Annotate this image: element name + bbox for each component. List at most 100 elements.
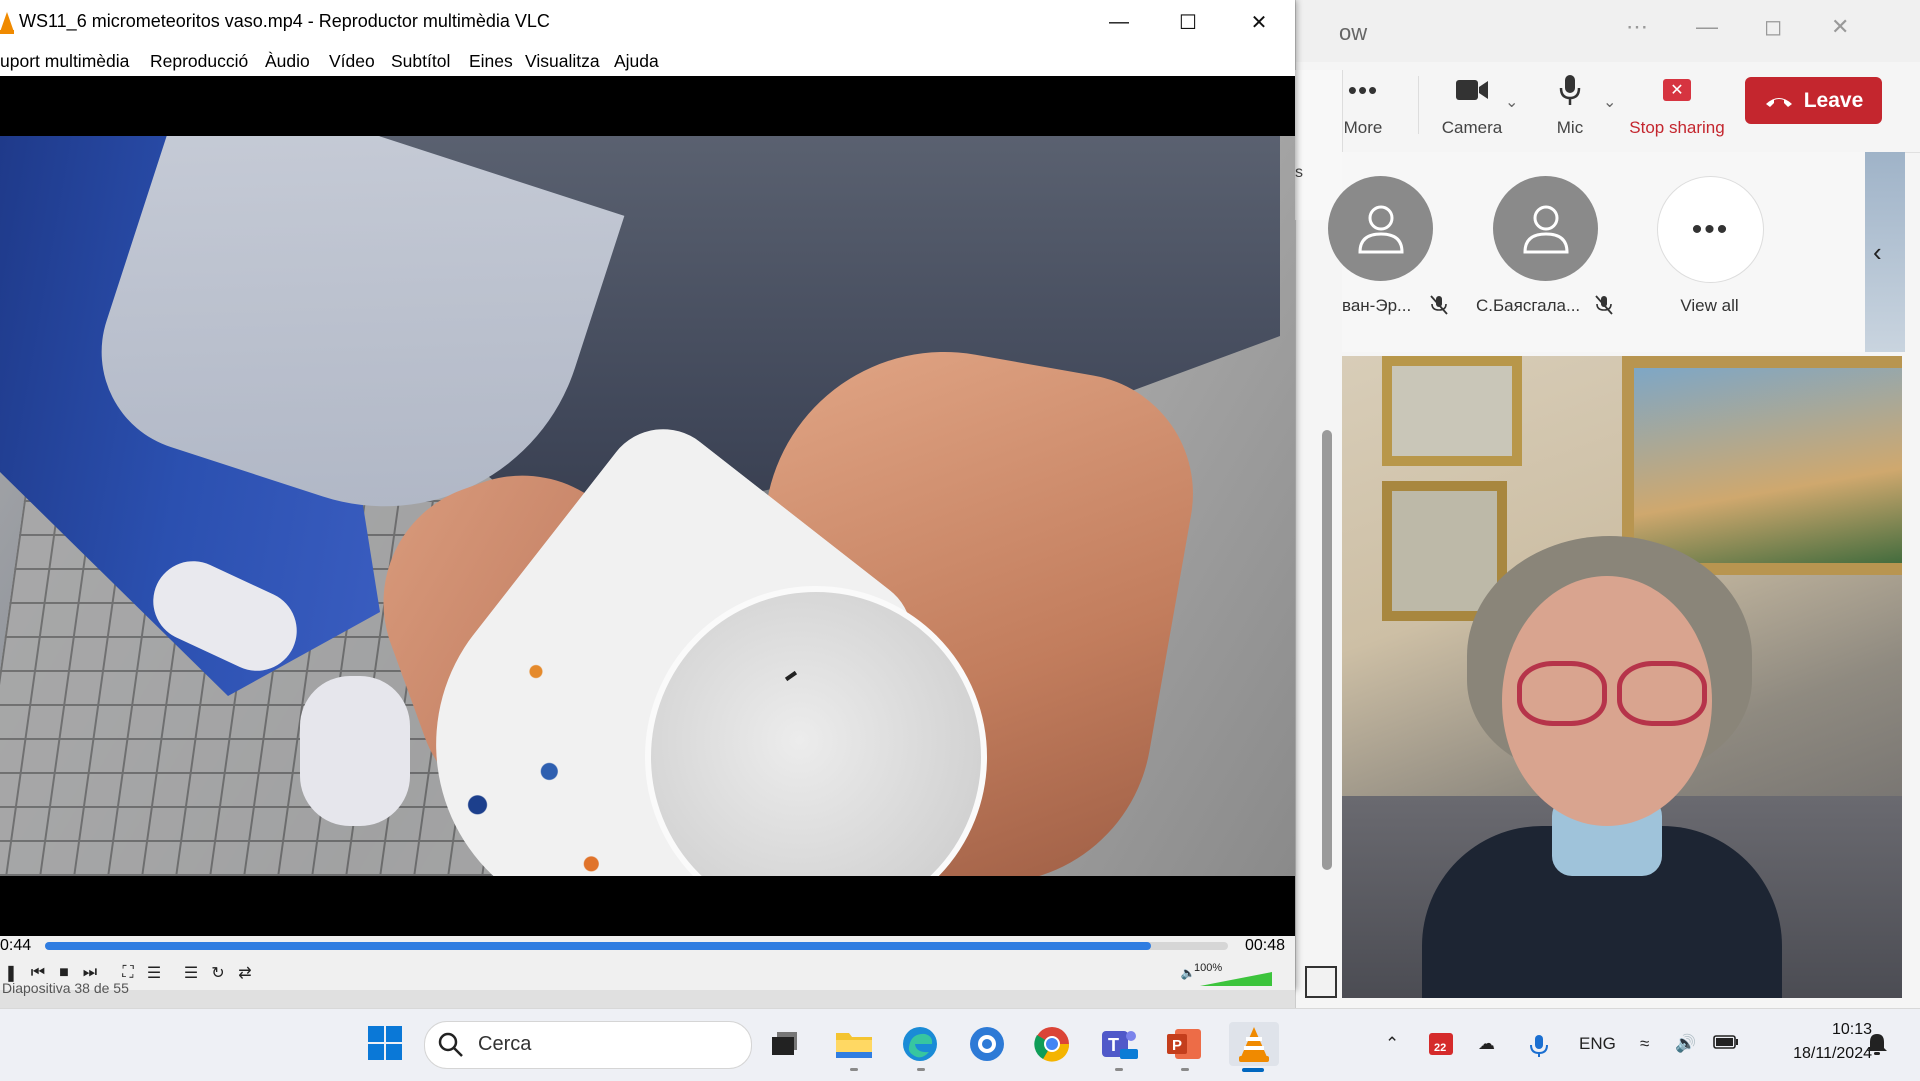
vlc-taskbar-icon[interactable] [1229, 1022, 1279, 1066]
running-indicator [1115, 1068, 1123, 1071]
shared-content-thumbnail[interactable] [1865, 152, 1905, 352]
battery-icon[interactable] [1713, 1034, 1739, 1054]
calendar-badge-text: 22 [1434, 1042, 1446, 1054]
wall-painting [1622, 356, 1902, 575]
notifications-icon[interactable] [1866, 1032, 1888, 1061]
volume-slider[interactable] [1200, 972, 1272, 986]
wifi-icon[interactable]: ≈ [1640, 1034, 1649, 1054]
file-explorer-icon[interactable] [832, 1022, 876, 1066]
mic-options-chevron-icon[interactable]: ⌄ [1603, 92, 1616, 112]
shuffle-icon[interactable]: ⇄ [234, 962, 256, 984]
menu-subtitle[interactable]: Subtítol [391, 51, 450, 72]
windows-start-icon[interactable] [367, 1025, 403, 1061]
person-icon [1357, 205, 1404, 253]
share-frame-icon[interactable] [1305, 966, 1337, 998]
menu-audio[interactable]: Àudio [265, 51, 310, 72]
close-icon[interactable]: ✕ [1236, 8, 1282, 36]
minimize-icon[interactable]: — [1096, 8, 1142, 36]
person-icon [1522, 205, 1569, 253]
total-time: 00:48 [1245, 937, 1286, 954]
chrome-icon[interactable] [1030, 1022, 1074, 1066]
teams-maximize-icon[interactable]: ◻ [1764, 14, 1782, 40]
status-bar [0, 990, 1295, 1008]
ellipsis-icon: ••• [1691, 212, 1730, 246]
leave-button[interactable]: Leave [1745, 77, 1882, 124]
vlc-menu-bar: uport multimèdia Reproducció Àudio Vídeo… [0, 44, 1295, 76]
menu-help[interactable]: Ajuda [614, 51, 659, 72]
wall-painting [1382, 356, 1522, 466]
search-icon [438, 1032, 463, 1057]
powerpoint-icon[interactable]: P [1162, 1022, 1206, 1066]
participant-name: ван-Эр... [1342, 296, 1412, 315]
microphone-in-use-icon[interactable] [1530, 1034, 1548, 1063]
edge-icon[interactable] [898, 1022, 942, 1066]
vlc-video-area[interactable] [0, 76, 1295, 936]
elapsed-time: 0:44 [0, 937, 32, 954]
participant-avatar[interactable] [1328, 176, 1433, 281]
glasses [1617, 661, 1707, 726]
camera-options-chevron-icon[interactable]: ⌄ [1505, 92, 1518, 112]
loop-icon[interactable]: ↻ [207, 962, 229, 984]
stop-sharing-button[interactable]: ✕ Stop sharing [1627, 72, 1727, 138]
cloud-offline-icon[interactable]: ☁ [1478, 1034, 1495, 1054]
svg-text:P: P [1172, 1037, 1182, 1054]
taskbar [0, 1008, 1920, 1081]
teams-title-bar: ow ⋯ — ◻ ✕ [1296, 0, 1920, 62]
mic-label: Mic [1556, 118, 1584, 137]
seek-bar-progress [45, 942, 1152, 950]
show-hidden-icons-chevron-icon[interactable]: ⌃ [1385, 1034, 1399, 1054]
seek-bar[interactable] [45, 942, 1228, 950]
calendar-notification-icon[interactable]: 22 [1428, 1030, 1454, 1061]
participant-video [1342, 356, 1902, 998]
running-indicator [1181, 1068, 1189, 1071]
chevron-left-icon[interactable]: ‹ [1873, 237, 1882, 268]
menu-media[interactable]: uport multimèdia [0, 51, 129, 72]
volume-icon[interactable]: 🔊 [1675, 1034, 1696, 1054]
participant-name: С.Баясгала... [1476, 296, 1581, 315]
teams-icon[interactable]: T [1097, 1022, 1141, 1066]
stop-sharing-icon: ✕ [1627, 72, 1727, 108]
extended-settings-icon[interactable]: ☰ [143, 962, 165, 984]
teams-title-fragment: ow [1339, 20, 1368, 45]
teams-close-icon[interactable]: ✕ [1831, 14, 1849, 40]
playlist-icon[interactable]: ☰ [180, 962, 202, 984]
camera-label: Camera [1441, 118, 1503, 137]
view-all-label: View all [1680, 296, 1739, 315]
muted-mic-icon [1430, 295, 1448, 320]
sneaker [300, 676, 410, 826]
svg-text:T: T [1108, 1035, 1119, 1055]
menu-playback[interactable]: Reproducció [150, 51, 248, 72]
search-placeholder: Cerca [478, 1033, 532, 1055]
task-view-icon[interactable] [763, 1022, 807, 1066]
muted-mic-icon [1595, 295, 1613, 320]
hang-up-icon [1765, 97, 1792, 107]
teams-more-options-icon[interactable]: ⋯ [1626, 14, 1648, 40]
clock-date[interactable]: 18/11/2024 [1762, 1045, 1872, 1063]
vlc-window-title: WS11_6 micrometeoritos vaso.mp4 - Reprod… [19, 11, 550, 31]
language-indicator[interactable]: ENG [1579, 1034, 1616, 1054]
active-app-indicator [1242, 1068, 1264, 1072]
vlc-cone-icon [0, 12, 14, 34]
toolbar-divider [1418, 76, 1419, 134]
view-all-button[interactable]: ••• [1657, 176, 1764, 283]
slide-counter: Diapositiva 38 de 55 [2, 980, 129, 996]
leave-label: Leave [1803, 88, 1864, 112]
menu-tools[interactable]: Eines [469, 51, 513, 72]
vlc-window: WS11_6 micrometeoritos vaso.mp4 - Reprod… [0, 0, 1295, 990]
running-indicator [850, 1068, 858, 1071]
menu-video[interactable]: Vídeo [329, 51, 375, 72]
background-window-text: s [1295, 164, 1303, 181]
more-label: More [1343, 118, 1383, 137]
running-indicator [917, 1068, 925, 1071]
teams-minimize-icon[interactable]: — [1696, 14, 1718, 40]
video-frame [0, 136, 1295, 876]
maximize-icon[interactable]: ☐ [1165, 8, 1211, 36]
clock-time[interactable]: 10:13 [1812, 1021, 1872, 1039]
participant-avatar[interactable] [1493, 176, 1598, 281]
vlc-title-bar: WS11_6 micrometeoritos vaso.mp4 - Reprod… [0, 0, 1295, 44]
scrollbar[interactable] [1322, 430, 1332, 870]
taskbar-search[interactable] [424, 1021, 752, 1069]
more-button[interactable]: ••• More [1313, 72, 1413, 138]
shield-app-icon[interactable] [965, 1022, 1009, 1066]
menu-view[interactable]: Visualitza [525, 51, 600, 72]
